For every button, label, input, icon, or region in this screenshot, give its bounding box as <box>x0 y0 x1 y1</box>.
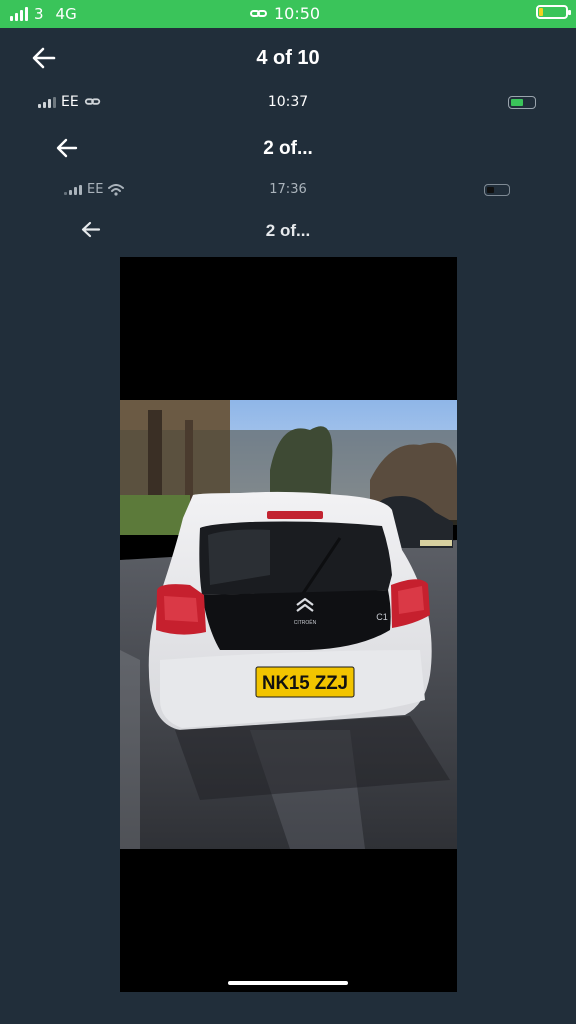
wifi-icon <box>108 183 125 196</box>
battery-icon <box>484 184 510 196</box>
photo-badge-text: C1 <box>376 612 388 622</box>
arrow-left-icon[interactable] <box>81 221 101 238</box>
battery-icon <box>508 96 536 109</box>
inner-time-1: 10:37 <box>267 94 309 110</box>
nested-title-1: 2 of... <box>263 138 313 159</box>
car-photo-illustration: CITROËN C1 NK15 ZZJ <box>120 400 457 849</box>
home-indicator[interactable] <box>228 981 348 985</box>
link-icon <box>84 98 101 107</box>
status-center: 10:50 <box>250 4 320 23</box>
arrow-left-icon[interactable] <box>32 47 56 69</box>
inner-time-2: 17:36 <box>269 182 307 197</box>
battery-icon <box>536 5 571 19</box>
arrow-left-icon[interactable] <box>56 138 78 158</box>
carrier-name: 3 <box>34 5 44 23</box>
inner-carrier-2: EE <box>87 182 104 197</box>
status-time: 10:50 <box>274 4 321 23</box>
number-plate-text: NK15 ZZJ <box>262 673 348 694</box>
signal-bars-icon <box>10 7 28 21</box>
signal-bars-icon <box>38 96 56 108</box>
car-photo[interactable]: CITROËN C1 NK15 ZZJ <box>120 400 457 849</box>
signal-bars-icon <box>64 184 82 195</box>
inner-carrier-group-2: EE <box>64 182 125 197</box>
device-status-bar: 3 4G 10:50 <box>0 0 576 28</box>
status-right <box>536 5 571 19</box>
status-left: 3 4G <box>10 5 77 23</box>
image-viewer[interactable]: CITROËN C1 NK15 ZZJ <box>120 257 457 992</box>
page-title: 4 of 10 <box>256 47 320 69</box>
photo-brand-text: CITROËN <box>294 619 317 626</box>
inner-carrier-group-1: EE <box>38 94 102 110</box>
inner-carrier-1: EE <box>61 94 79 110</box>
network-type: 4G <box>55 5 77 23</box>
nested-title-2: 2 of... <box>265 221 311 240</box>
link-icon <box>250 9 268 19</box>
